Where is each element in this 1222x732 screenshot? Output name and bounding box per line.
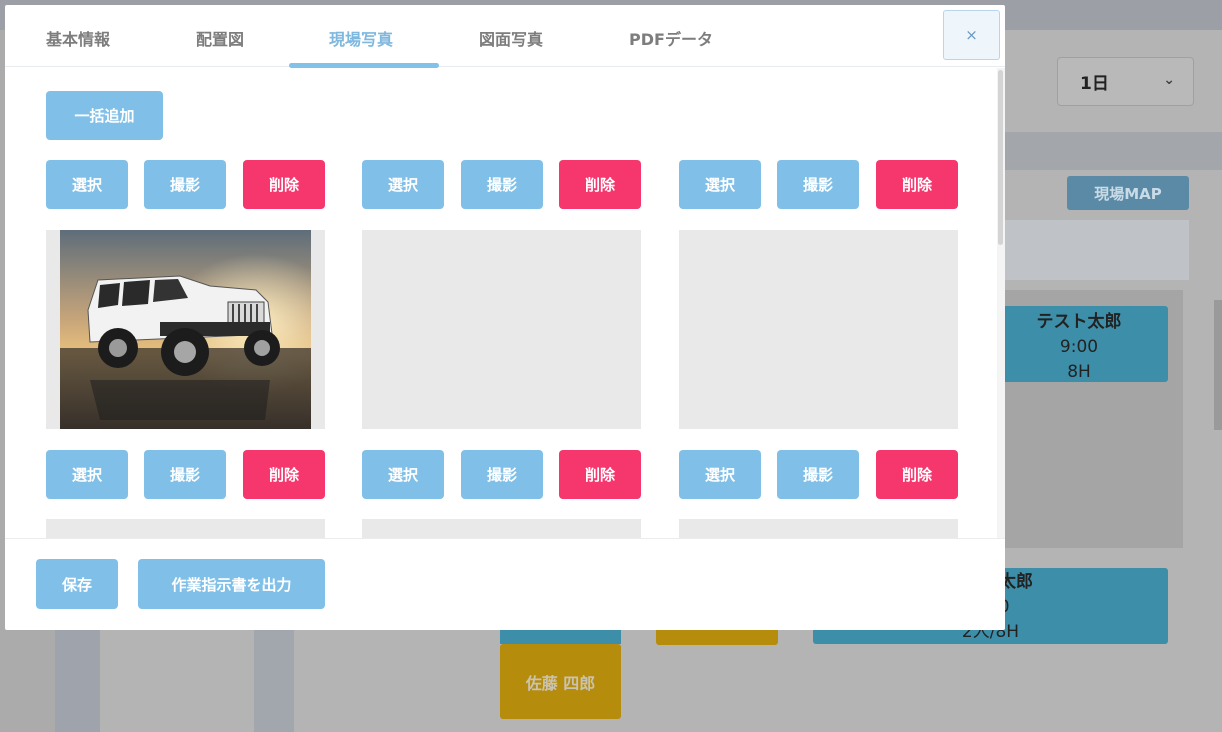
photo-content: 一括追加 選択 撮影 削除 選択 撮影 削除 選択 撮影 削除 選択 撮影 削除…	[5, 68, 1005, 538]
take-photo-button[interactable]: 撮影	[777, 160, 859, 209]
range-select-value: 1日	[1080, 74, 1109, 94]
select-photo-button[interactable]: 選択	[46, 160, 128, 209]
background-scrollbar	[1214, 300, 1222, 430]
delete-photo-button[interactable]: 削除	[243, 450, 325, 499]
select-photo-button[interactable]: 選択	[679, 160, 761, 209]
select-photo-button[interactable]: 選択	[362, 160, 444, 209]
photo-slot	[679, 519, 958, 538]
tab-site-photos[interactable]: 現場写真	[329, 26, 393, 50]
tab-layout-plan[interactable]: 配置図	[196, 26, 244, 50]
delete-photo-button[interactable]: 削除	[876, 160, 958, 209]
schedule-card-time: 9:00	[1059, 337, 1099, 357]
close-icon: ×	[965, 26, 978, 44]
take-photo-button[interactable]: 撮影	[144, 450, 226, 499]
schedule-card-detail: 8H	[1067, 362, 1091, 382]
modal-scrollbar[interactable]	[997, 68, 1005, 538]
site-detail-modal: 基本情報 配置図 現場写真 図面写真 PDFデータ × 一括追加 選択 撮影 削…	[5, 5, 1005, 630]
site-map-button: 現場MAP	[1067, 176, 1189, 210]
close-button[interactable]: ×	[943, 10, 1000, 60]
scrollbar-thumb[interactable]	[998, 70, 1003, 245]
schedule-card: テスト太郎 9:00 8H	[990, 306, 1168, 382]
staff-card: 佐藤 四郎	[500, 644, 621, 719]
delete-photo-button[interactable]: 削除	[876, 450, 958, 499]
take-photo-button[interactable]: 撮影	[461, 450, 543, 499]
tab-bar: 基本情報 配置図 現場写真 図面写真 PDFデータ ×	[5, 5, 1005, 68]
photo-slot	[362, 230, 641, 429]
tab-basic-info[interactable]: 基本情報	[46, 26, 110, 50]
select-photo-button[interactable]: 選択	[362, 450, 444, 499]
footer-divider	[5, 538, 1005, 539]
range-select: 1日 ⌄	[1057, 57, 1194, 106]
select-photo-button[interactable]: 選択	[679, 450, 761, 499]
take-photo-button[interactable]: 撮影	[461, 160, 543, 209]
delete-photo-button[interactable]: 削除	[559, 450, 641, 499]
schedule-card-name: テスト太郎	[1036, 312, 1122, 332]
background-strip	[55, 630, 100, 732]
vehicle-photo	[60, 230, 311, 429]
background-header-cell	[995, 220, 1189, 280]
photo-slot	[679, 230, 958, 429]
take-photo-button[interactable]: 撮影	[777, 450, 859, 499]
export-work-order-button[interactable]: 作業指示書を出力	[138, 559, 325, 609]
photo-slot	[362, 519, 641, 538]
tab-pdf-data[interactable]: PDFデータ	[629, 26, 713, 50]
delete-photo-button[interactable]: 削除	[559, 160, 641, 209]
tab-drawing-photos[interactable]: 図面写真	[479, 26, 543, 50]
background-strip	[254, 630, 294, 732]
save-button[interactable]: 保存	[36, 559, 118, 609]
photo-slot	[46, 519, 325, 538]
delete-photo-button[interactable]: 削除	[243, 160, 325, 209]
photo-slot	[46, 230, 325, 429]
select-photo-button[interactable]: 選択	[46, 450, 128, 499]
background-band	[995, 132, 1222, 170]
bulk-add-button[interactable]: 一括追加	[46, 91, 163, 140]
take-photo-button[interactable]: 撮影	[144, 160, 226, 209]
chevron-down-icon: ⌄	[1163, 72, 1175, 88]
